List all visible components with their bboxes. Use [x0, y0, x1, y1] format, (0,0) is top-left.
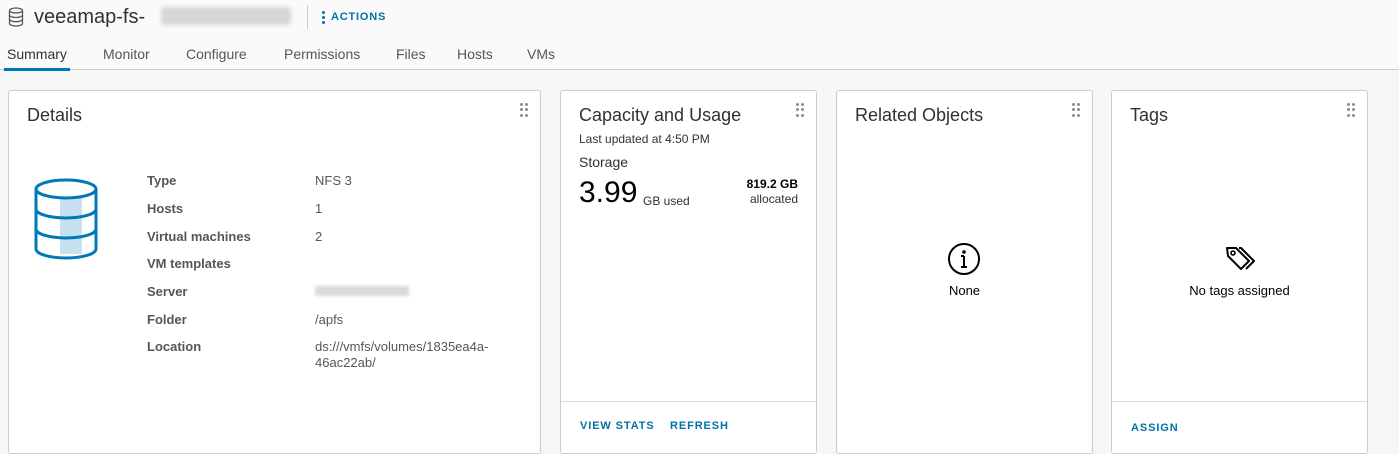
tab-files[interactable]: Files — [396, 44, 426, 70]
info-icon — [948, 243, 980, 275]
card-footer: VIEW STATS REFRESH — [561, 401, 816, 453]
drag-handle-icon[interactable] — [520, 103, 528, 117]
card-title: Related Objects — [855, 105, 984, 125]
datastore-icon — [8, 7, 24, 27]
refresh-link[interactable]: REFRESH — [670, 420, 729, 432]
tags-empty-text: No tags assigned — [1189, 283, 1290, 298]
actions-label: ACTIONS — [331, 11, 387, 23]
tab-monitor[interactable]: Monitor — [103, 44, 150, 70]
prop-value-type: NFS 3 — [315, 173, 352, 188]
prop-label-vm-templates: VM templates — [147, 256, 231, 271]
tags-card: Tags No tags assigned ASSIGN — [1111, 90, 1368, 454]
prop-value-location: ds:///vmfs/volumes/1835ea4a-46ac22ab/ — [315, 339, 489, 370]
drag-handle-icon[interactable] — [796, 103, 804, 117]
prop-value-folder: /apfs — [315, 312, 344, 327]
card-title: Tags — [1130, 105, 1169, 125]
capacity-card: Capacity and Usage Last updated at 4:50 … — [560, 90, 817, 454]
card-title: Capacity and Usage — [579, 105, 742, 125]
tab-configure[interactable]: Configure — [186, 44, 247, 70]
header-divider — [307, 5, 308, 29]
prop-value-vms: 2 — [315, 229, 323, 244]
tab-summary[interactable]: Summary — [4, 44, 70, 71]
card-footer: ASSIGN — [1112, 401, 1367, 453]
storage-allocated-value: 819.2 GB — [746, 177, 798, 191]
redacted-title-suffix — [161, 7, 291, 25]
prop-label-location: Location — [147, 339, 202, 354]
last-updated-text: Last updated at 4:50 PM — [579, 132, 710, 146]
redacted-server-value — [315, 286, 409, 296]
object-header: veeamap-fs- ACTIONS — [0, 0, 1399, 36]
assign-link[interactable]: ASSIGN — [1131, 422, 1179, 434]
related-objects-card: Related Objects None — [836, 90, 1093, 454]
prop-label-folder: Folder — [147, 312, 187, 327]
details-card: Details Type NFS 3 Hosts 1 Virtual machi… — [8, 90, 541, 454]
prop-label-server: Server — [147, 284, 188, 299]
actions-button[interactable]: ACTIONS — [322, 6, 386, 28]
view-stats-link[interactable]: VIEW STATS — [580, 420, 655, 432]
storage-used-unit: GB used — [643, 194, 690, 208]
tab-bar: Summary Monitor Configure Permissions Fi… — [0, 36, 1399, 71]
storage-used-value: 3.99 — [579, 176, 638, 209]
drag-handle-icon[interactable] — [1347, 103, 1355, 117]
prop-label-hosts: Hosts — [147, 201, 184, 216]
storage-allocated-label: allocated — [749, 192, 798, 206]
tab-permissions[interactable]: Permissions — [284, 44, 360, 70]
drag-handle-icon[interactable] — [1072, 103, 1080, 117]
prop-label-vms: Virtual machines — [147, 229, 251, 244]
page-title: veeamap-fs- — [34, 6, 146, 28]
prop-label-type: Type — [147, 173, 177, 188]
related-empty-text: None — [948, 283, 981, 298]
storage-heading: Storage — [579, 154, 629, 170]
prop-value-hosts: 1 — [315, 201, 323, 216]
tab-hosts[interactable]: Hosts — [457, 44, 493, 70]
kebab-icon — [322, 10, 325, 24]
tab-vms[interactable]: VMs — [527, 44, 555, 70]
datastore-large-icon — [34, 178, 98, 260]
card-title: Details — [27, 105, 83, 125]
prop-value-server — [315, 283, 409, 300]
tag-icon — [1226, 247, 1255, 270]
